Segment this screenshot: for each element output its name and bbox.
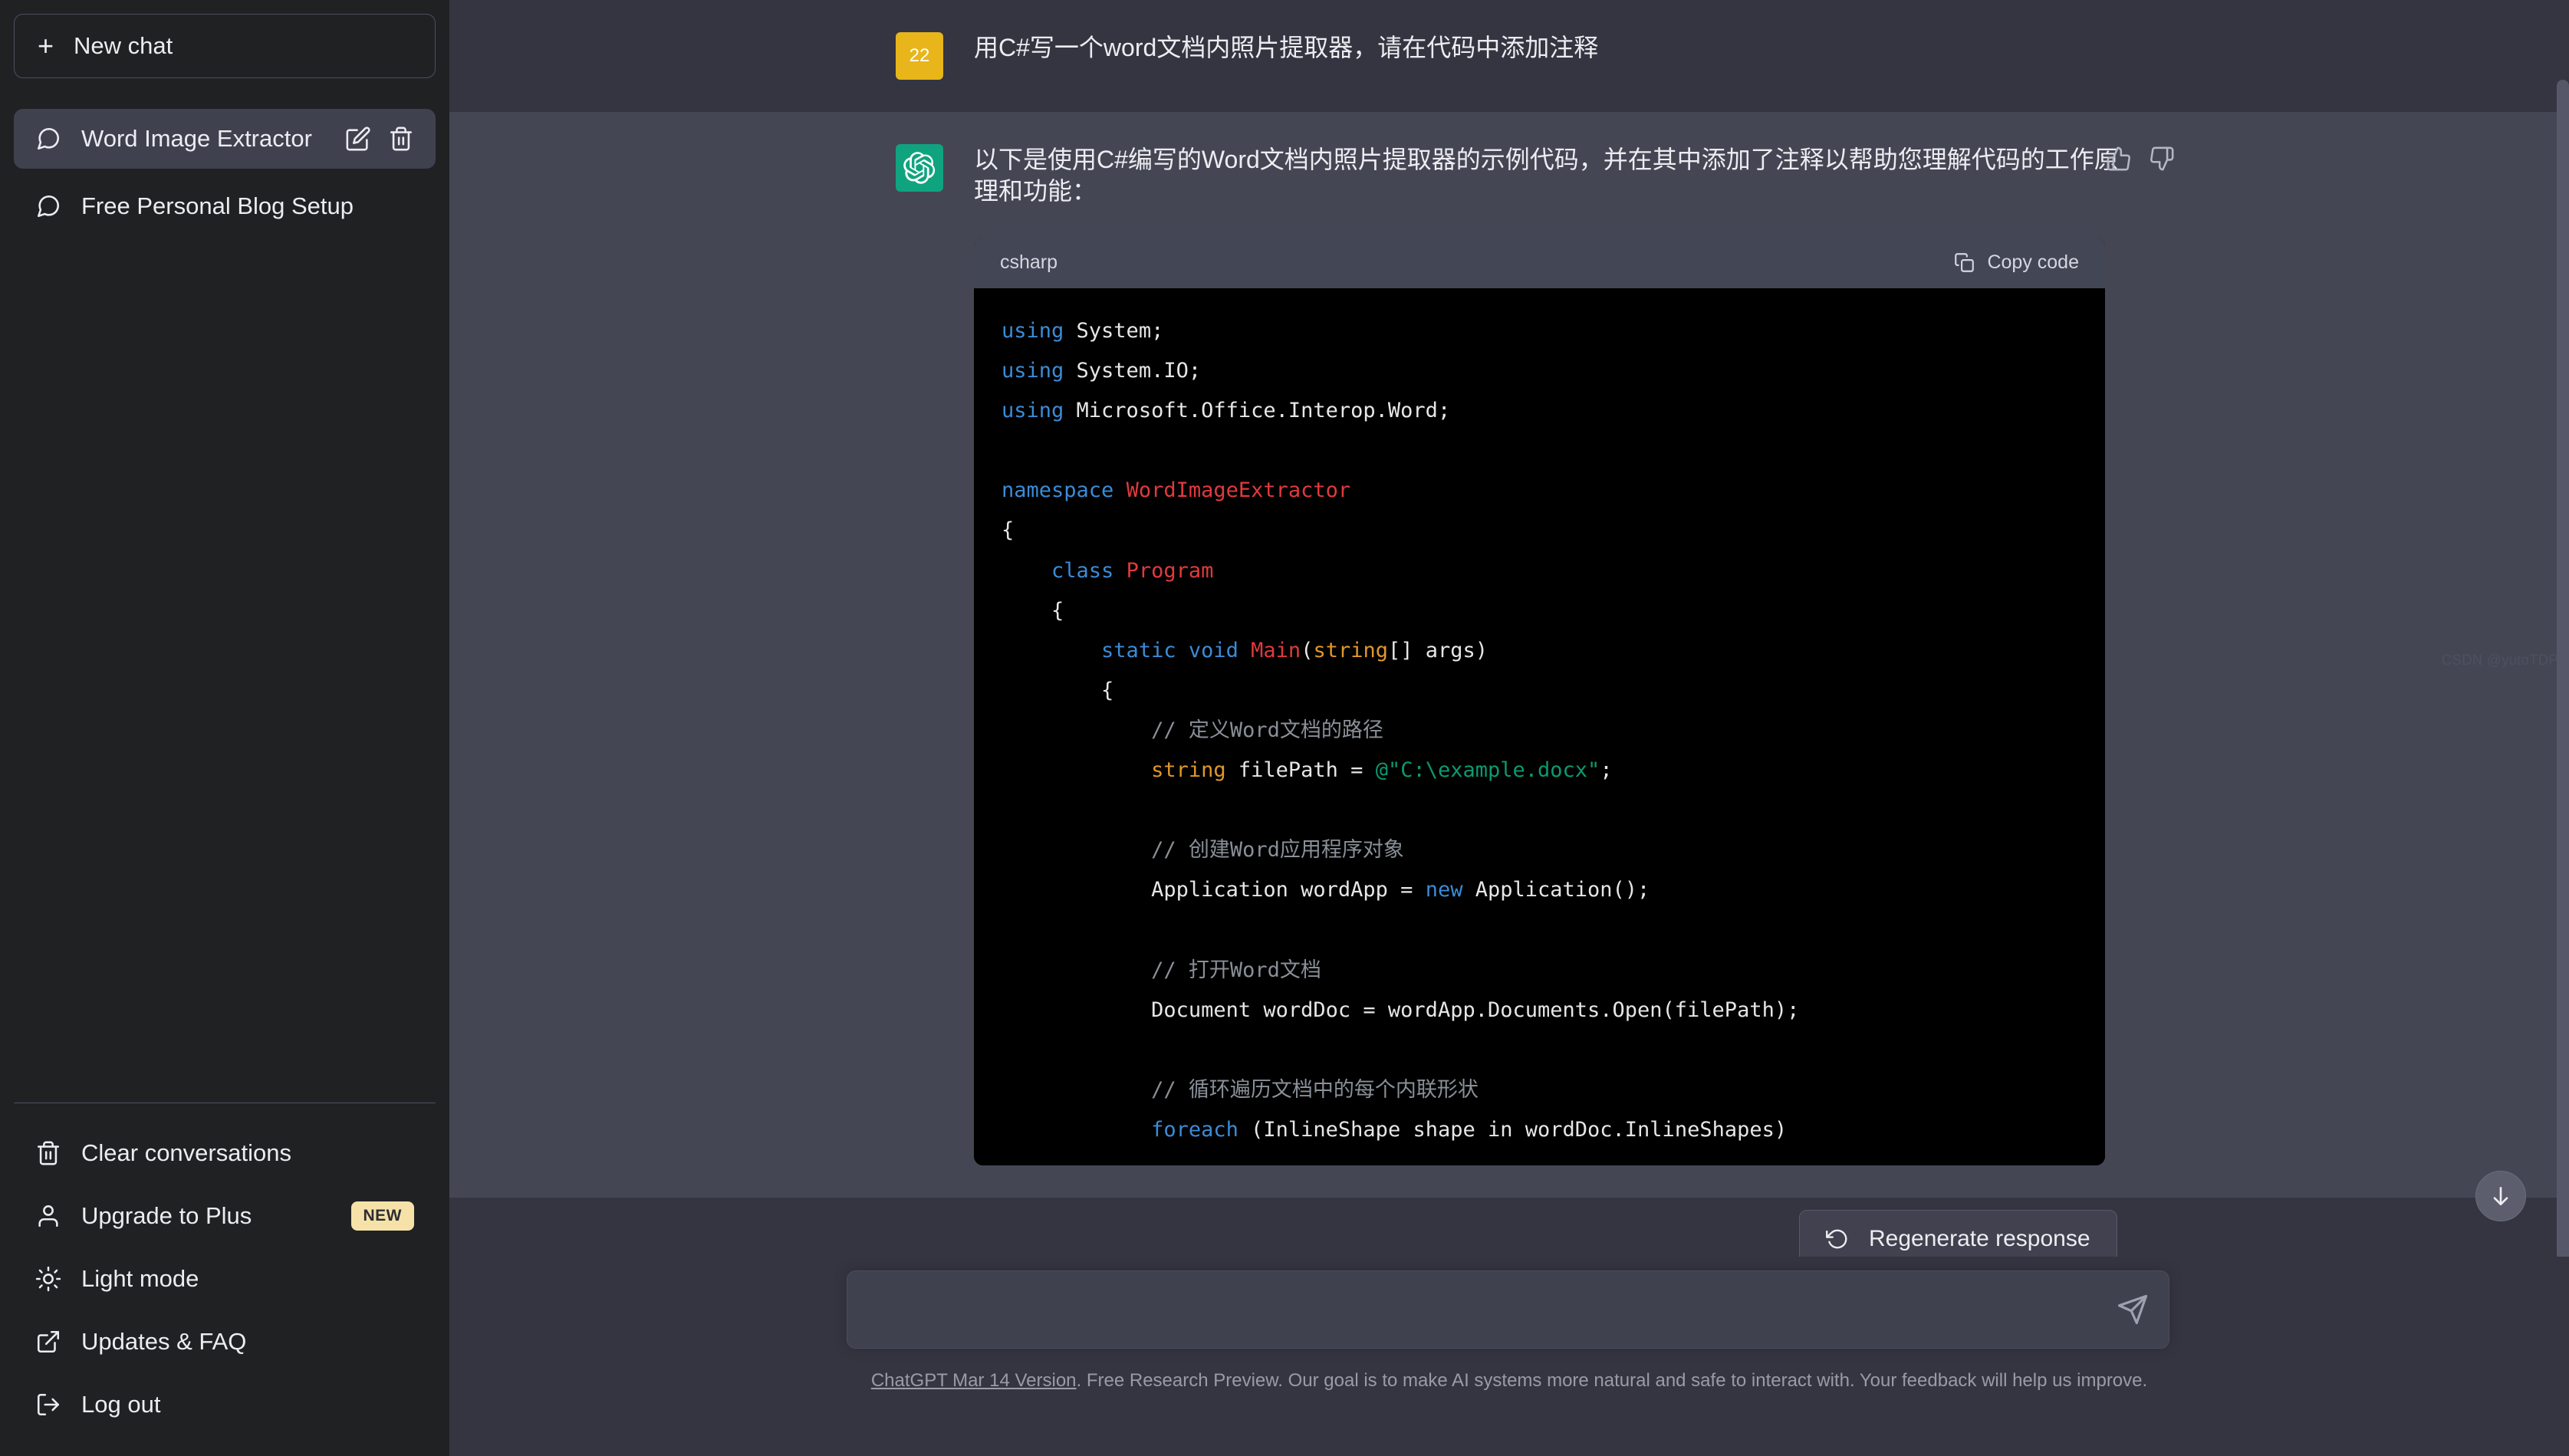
- assistant-message-body: 以下是使用C#编写的Word文档内照片提取器的示例代码，并在其中添加了注释以帮助…: [974, 144, 2123, 1166]
- code-block-header: csharp Copy code: [974, 237, 2105, 288]
- sidebar-item-clear-conversations[interactable]: Clear conversations: [14, 1122, 436, 1185]
- code-line: namespace WordImageExtractor: [1002, 478, 1351, 503]
- sidebar-item-upgrade-to-plus[interactable]: Upgrade to Plus NEW: [14, 1185, 436, 1247]
- main-panel: 22 用C#写一个word文档内照片提取器，请在代码中添加注释 以下是使用C#编…: [449, 0, 2569, 1456]
- conversation-actions: [345, 126, 414, 152]
- code-line: {: [1002, 518, 1015, 543]
- sidebar-item-updates-faq[interactable]: Updates & FAQ: [14, 1310, 436, 1373]
- code-line: {: [1002, 598, 1064, 623]
- code-line: using Microsoft.Office.Interop.Word;: [1002, 399, 1451, 423]
- avatar: [896, 144, 943, 192]
- edit-icon[interactable]: [345, 126, 371, 152]
- code-line: {: [1002, 678, 1114, 702]
- conversation-title: Free Personal Blog Setup: [81, 192, 354, 219]
- code-line: using System;: [1002, 318, 1164, 343]
- code-language-label: csharp: [1000, 251, 1058, 274]
- sidebar-item-log-out[interactable]: Log out: [14, 1373, 436, 1436]
- arrow-down-icon: [2493, 1187, 2508, 1205]
- external-link-icon: [35, 1329, 61, 1355]
- version-link[interactable]: ChatGPT Mar 14 Version: [871, 1370, 1077, 1391]
- sidebar-item-word-image-extractor[interactable]: Word Image Extractor: [14, 109, 436, 169]
- code-line: class Program: [1051, 558, 1214, 583]
- conversation-title: Word Image Extractor: [81, 125, 312, 152]
- feedback-actions: [2106, 146, 2175, 172]
- regenerate-label: Regenerate response: [1869, 1226, 2090, 1251]
- conversation-thread: 22 用C#写一个word文档内照片提取器，请在代码中添加注释 以下是使用C#编…: [449, 0, 2569, 1456]
- user-message: 22 用C#写一个word文档内照片提取器，请在代码中添加注释: [449, 0, 2569, 112]
- code-content[interactable]: using System; using System.IO; using Micro…: [974, 288, 2105, 1166]
- assistant-message-text: 以下是使用C#编写的Word文档内照片提取器的示例代码，并在其中添加了注释以帮助…: [974, 146, 2119, 205]
- assistant-message: 以下是使用C#编写的Word文档内照片提取器的示例代码，并在其中添加了注释以帮助…: [449, 112, 2569, 1198]
- chat-bubble-icon: [35, 193, 61, 219]
- sidebar-footer-label: Upgrade to Plus: [81, 1202, 252, 1229]
- thumbs-up-icon[interactable]: [2106, 146, 2132, 172]
- message-input[interactable]: [870, 1271, 2084, 1348]
- footer-note: ChatGPT Mar 14 Version. Free Research Pr…: [449, 1370, 2569, 1392]
- sidebar-item-light-mode[interactable]: Light mode: [14, 1247, 436, 1310]
- scroll-to-bottom-button[interactable]: [2475, 1171, 2526, 1221]
- trash-icon: [35, 1140, 61, 1166]
- copy-code-label: Copy code: [1987, 251, 2079, 274]
- code-line: static void Main(string[] args): [1101, 638, 1488, 662]
- openai-logo-icon: [903, 152, 936, 184]
- code-line: foreach (InlineShape shape in wordDoc.In…: [1151, 1118, 1788, 1142]
- sidebar-footer-label: Clear conversations: [81, 1139, 291, 1166]
- watermark: CSDN @yutoTDP: [2441, 652, 2558, 669]
- scrollbar-thumb[interactable]: [2557, 80, 2569, 1283]
- code-block: csharp Copy code using System; using Sys…: [974, 237, 2105, 1166]
- logout-icon: [35, 1392, 61, 1418]
- user-message-body: 用C#写一个word文档内照片提取器，请在代码中添加注释: [974, 32, 2123, 80]
- avatar: 22: [896, 32, 943, 80]
- send-icon: [2117, 1294, 2148, 1325]
- refresh-icon: [1826, 1228, 1849, 1251]
- sidebar-footer-label: Log out: [81, 1391, 161, 1418]
- avatar-label: 22: [909, 45, 930, 66]
- copy-code-button[interactable]: Copy code: [1954, 251, 2079, 274]
- scrollbar[interactable]: [2557, 0, 2569, 1456]
- sidebar-footer: Clear conversations Upgrade to Plus NEW: [14, 1103, 436, 1456]
- composer: [847, 1270, 2169, 1349]
- code-line: Application wordApp = new Application();: [1002, 878, 1650, 902]
- code-line: // 打开Word文档: [1151, 958, 1321, 982]
- code-line: // 创建Word应用程序对象: [1151, 838, 1404, 863]
- code-line: string filePath = @"C:\example.docx";: [1151, 758, 1613, 783]
- clipboard-icon: [1954, 252, 1975, 273]
- code-line: Document wordDoc = wordApp.Documents.Ope…: [1002, 998, 1800, 1022]
- new-chat-button[interactable]: + New chat: [14, 14, 436, 78]
- code-line: // 循环遍历文档中的每个内联形状: [1151, 1077, 1479, 1102]
- user-message-text: 用C#写一个word文档内照片提取器，请在代码中添加注释: [974, 34, 1599, 61]
- new-chat-label: New chat: [74, 32, 173, 59]
- composer-area: ChatGPT Mar 14 Version. Free Research Pr…: [449, 1257, 2569, 1456]
- code-line: // 定义Word文档的路径: [1151, 718, 1383, 742]
- footer-note-text: . Free Research Preview. Our goal is to …: [1076, 1370, 2148, 1391]
- conversation-list: Word Image Extractor Free Personal Blog …: [14, 109, 436, 236]
- chat-bubble-icon: [35, 126, 61, 152]
- send-button[interactable]: [2117, 1293, 2149, 1326]
- code-line: using System.IO;: [1002, 359, 1202, 383]
- trash-icon[interactable]: [388, 126, 414, 152]
- chatgpt-app: + New chat Word Image Extractor Free Per…: [0, 0, 2569, 1456]
- sun-icon: [35, 1266, 61, 1292]
- sidebar: + New chat Word Image Extractor Free Per…: [0, 0, 449, 1456]
- sidebar-item-free-personal-blog-setup[interactable]: Free Personal Blog Setup: [14, 176, 436, 236]
- sidebar-footer-label: Light mode: [81, 1265, 199, 1292]
- status-badge: NEW: [350, 1201, 414, 1231]
- plus-icon: +: [38, 30, 54, 61]
- sidebar-footer-label: Updates & FAQ: [81, 1328, 247, 1355]
- user-icon: [35, 1203, 61, 1229]
- thumbs-down-icon[interactable]: [2149, 146, 2175, 172]
